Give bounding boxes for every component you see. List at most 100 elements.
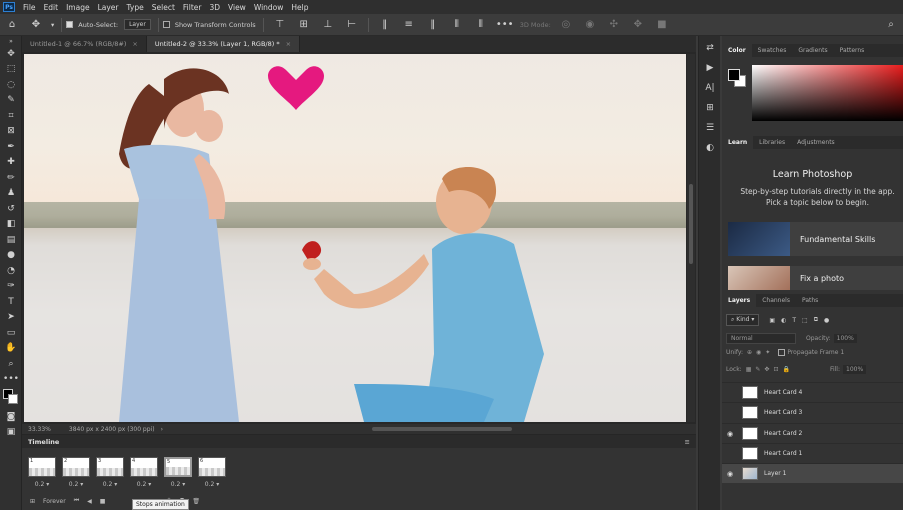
filter-pixel-icon[interactable]: ▣ — [769, 317, 775, 324]
zoom-level[interactable]: 33.33% — [28, 426, 51, 433]
learn-card-fundamental-skills[interactable]: Fundamental Skills — [728, 222, 903, 256]
tab-learn[interactable]: Learn — [722, 136, 754, 149]
menu-image[interactable]: Image — [62, 3, 94, 12]
3d-pan-icon[interactable]: ✣ — [607, 18, 621, 32]
propagate-checkbox[interactable] — [778, 349, 786, 356]
unify-position-icon[interactable]: ⊕ — [747, 349, 752, 356]
align-left-icon[interactable]: ⊢ — [345, 18, 359, 32]
3d-slide-icon[interactable]: ✥ — [631, 18, 645, 32]
menu-edit[interactable]: Edit — [40, 3, 63, 12]
layer-name[interactable]: Heart Card 4 — [764, 389, 802, 396]
eyedropper-tool[interactable]: ✒ — [0, 139, 22, 155]
path-select-tool[interactable]: ➤ — [0, 310, 22, 326]
gradient-tool[interactable]: ▤ — [0, 232, 22, 248]
vertical-scrollbar[interactable] — [687, 54, 695, 422]
3d-scale-icon[interactable]: ■ — [655, 18, 669, 32]
unify-style-icon[interactable]: ✦ — [765, 349, 770, 356]
auto-select-dropdown[interactable]: Layer — [124, 19, 151, 30]
search-icon[interactable]: ⌕ — [884, 18, 898, 32]
marquee-tool[interactable]: ⬚ — [0, 62, 22, 78]
background-color[interactable] — [8, 394, 18, 404]
layer-row-selected[interactable]: ◉ Layer 1 — [722, 463, 903, 483]
lock-pixels-icon[interactable]: ▦ — [746, 366, 752, 373]
properties-icon[interactable]: ☰ — [699, 120, 721, 136]
filter-adjust-icon[interactable]: ◐ — [781, 317, 786, 324]
align-top-icon[interactable]: ⊤ — [273, 18, 287, 32]
foreground-swatch[interactable] — [728, 69, 740, 81]
document-canvas[interactable] — [24, 54, 686, 422]
tab-gradients[interactable]: Gradients — [792, 44, 833, 57]
animation-frame[interactable]: 4 0.2 ▾ — [130, 457, 158, 488]
previous-frame-icon[interactable]: ◀ — [87, 498, 92, 505]
tab-untitled-1[interactable]: Untitled-1 @ 66.7% (RGB/8#) × — [22, 36, 147, 52]
tab-patterns[interactable]: Patterns — [834, 44, 871, 57]
lock-artboard-icon[interactable]: ⊡ — [773, 366, 778, 373]
tab-channels[interactable]: Channels — [756, 294, 796, 307]
first-frame-icon[interactable]: ⏮ — [74, 497, 79, 505]
move-tool-icon[interactable]: ✥ — [29, 18, 43, 32]
animation-frame[interactable]: 6 0.2 ▾ — [198, 457, 226, 488]
frame-delay[interactable]: 0.2 ▾ — [62, 481, 90, 488]
layer-row[interactable]: Heart Card 3 — [722, 402, 903, 422]
screen-mode-icon[interactable]: ▣ — [0, 425, 22, 441]
distribute-left-icon[interactable]: ⫴ — [450, 18, 464, 32]
blur-tool[interactable]: ● — [0, 248, 22, 264]
fill-field[interactable]: 100% — [843, 365, 867, 374]
frame-delay[interactable]: 0.2 ▾ — [164, 481, 192, 488]
quick-mask-icon[interactable]: ◙ — [0, 409, 22, 425]
shape-tool[interactable]: ▭ — [0, 325, 22, 341]
3d-roll-icon[interactable]: ◉ — [583, 18, 597, 32]
blend-mode-dropdown[interactable]: Normal — [726, 333, 796, 344]
clone-stamp-tool[interactable]: ♟ — [0, 186, 22, 202]
distribute-center-icon[interactable]: ≡ — [402, 18, 416, 32]
menu-file[interactable]: File — [19, 3, 40, 12]
adjust-icon[interactable]: ◐ — [699, 140, 721, 156]
timeline-title[interactable]: Timeline — [28, 438, 59, 446]
color-picker-field[interactable] — [752, 65, 903, 121]
more-tools-icon[interactable]: ••• — [0, 372, 22, 388]
layer-row[interactable]: Heart Card 4 — [722, 382, 903, 402]
hand-tool[interactable]: ✋ — [0, 341, 22, 357]
menu-view[interactable]: View — [224, 3, 250, 12]
kind-filter-dropdown[interactable]: ⌕ Kind ▾ — [726, 314, 760, 326]
collapse-icon[interactable]: » — [0, 36, 22, 46]
frame-thumbnail[interactable]: 3 — [96, 457, 124, 477]
unify-visibility-icon[interactable]: ◉ — [756, 349, 761, 356]
animation-frame-selected[interactable]: 5 0.2 ▾ — [164, 457, 192, 488]
menu-window[interactable]: Window — [250, 3, 288, 12]
frame-thumbnail[interactable]: 2 — [62, 457, 90, 477]
3d-orbit-icon[interactable]: ◎ — [559, 18, 573, 32]
history-brush-tool[interactable]: ↺ — [0, 201, 22, 217]
menu-layer[interactable]: Layer — [94, 3, 123, 12]
healing-brush-tool[interactable]: ✚ — [0, 155, 22, 171]
scroll-thumb[interactable] — [689, 184, 693, 264]
frame-tool[interactable]: ⊠ — [0, 124, 22, 140]
animation-frame[interactable]: 3 0.2 ▾ — [96, 457, 124, 488]
color-swatches[interactable] — [0, 387, 21, 409]
learn-card-fix-a-photo[interactable]: Fix a photo — [728, 266, 903, 290]
show-transform-checkbox[interactable] — [162, 21, 170, 28]
stop-icon[interactable]: ■ — [100, 498, 106, 505]
close-icon[interactable]: × — [286, 40, 291, 48]
animation-frame[interactable]: 1 0.2 ▾ — [28, 457, 56, 488]
layer-row[interactable]: Heart Card 1 — [722, 443, 903, 463]
zoom-tool[interactable]: ⌕ — [0, 356, 22, 372]
menu-3d[interactable]: 3D — [205, 3, 224, 12]
crop-tool[interactable]: ⌗ — [0, 108, 22, 124]
menu-type[interactable]: Type — [123, 3, 148, 12]
convert-timeline-icon[interactable]: ⊞ — [30, 498, 35, 505]
frame-delay[interactable]: 0.2 ▾ — [198, 481, 226, 488]
eye-icon[interactable]: ◉ — [722, 470, 738, 478]
panel-menu-icon[interactable]: ≡ — [685, 438, 690, 446]
lock-paint-icon[interactable]: ✎ — [755, 366, 760, 373]
eye-icon[interactable]: ◉ — [722, 430, 738, 438]
layer-row[interactable]: ◉ Heart Card 2 — [722, 423, 903, 443]
tab-color[interactable]: Color — [722, 44, 752, 57]
lock-all-icon[interactable]: 🔒 — [782, 366, 789, 373]
lock-position-icon[interactable]: ✥ — [764, 366, 769, 373]
pen-tool[interactable]: ✑ — [0, 279, 22, 295]
filter-toggle-icon[interactable]: ● — [824, 317, 829, 324]
lasso-tool[interactable]: ◌ — [0, 77, 22, 93]
quick-select-tool[interactable]: ✎ — [0, 93, 22, 109]
frame-thumbnail[interactable]: 6 — [198, 457, 226, 477]
